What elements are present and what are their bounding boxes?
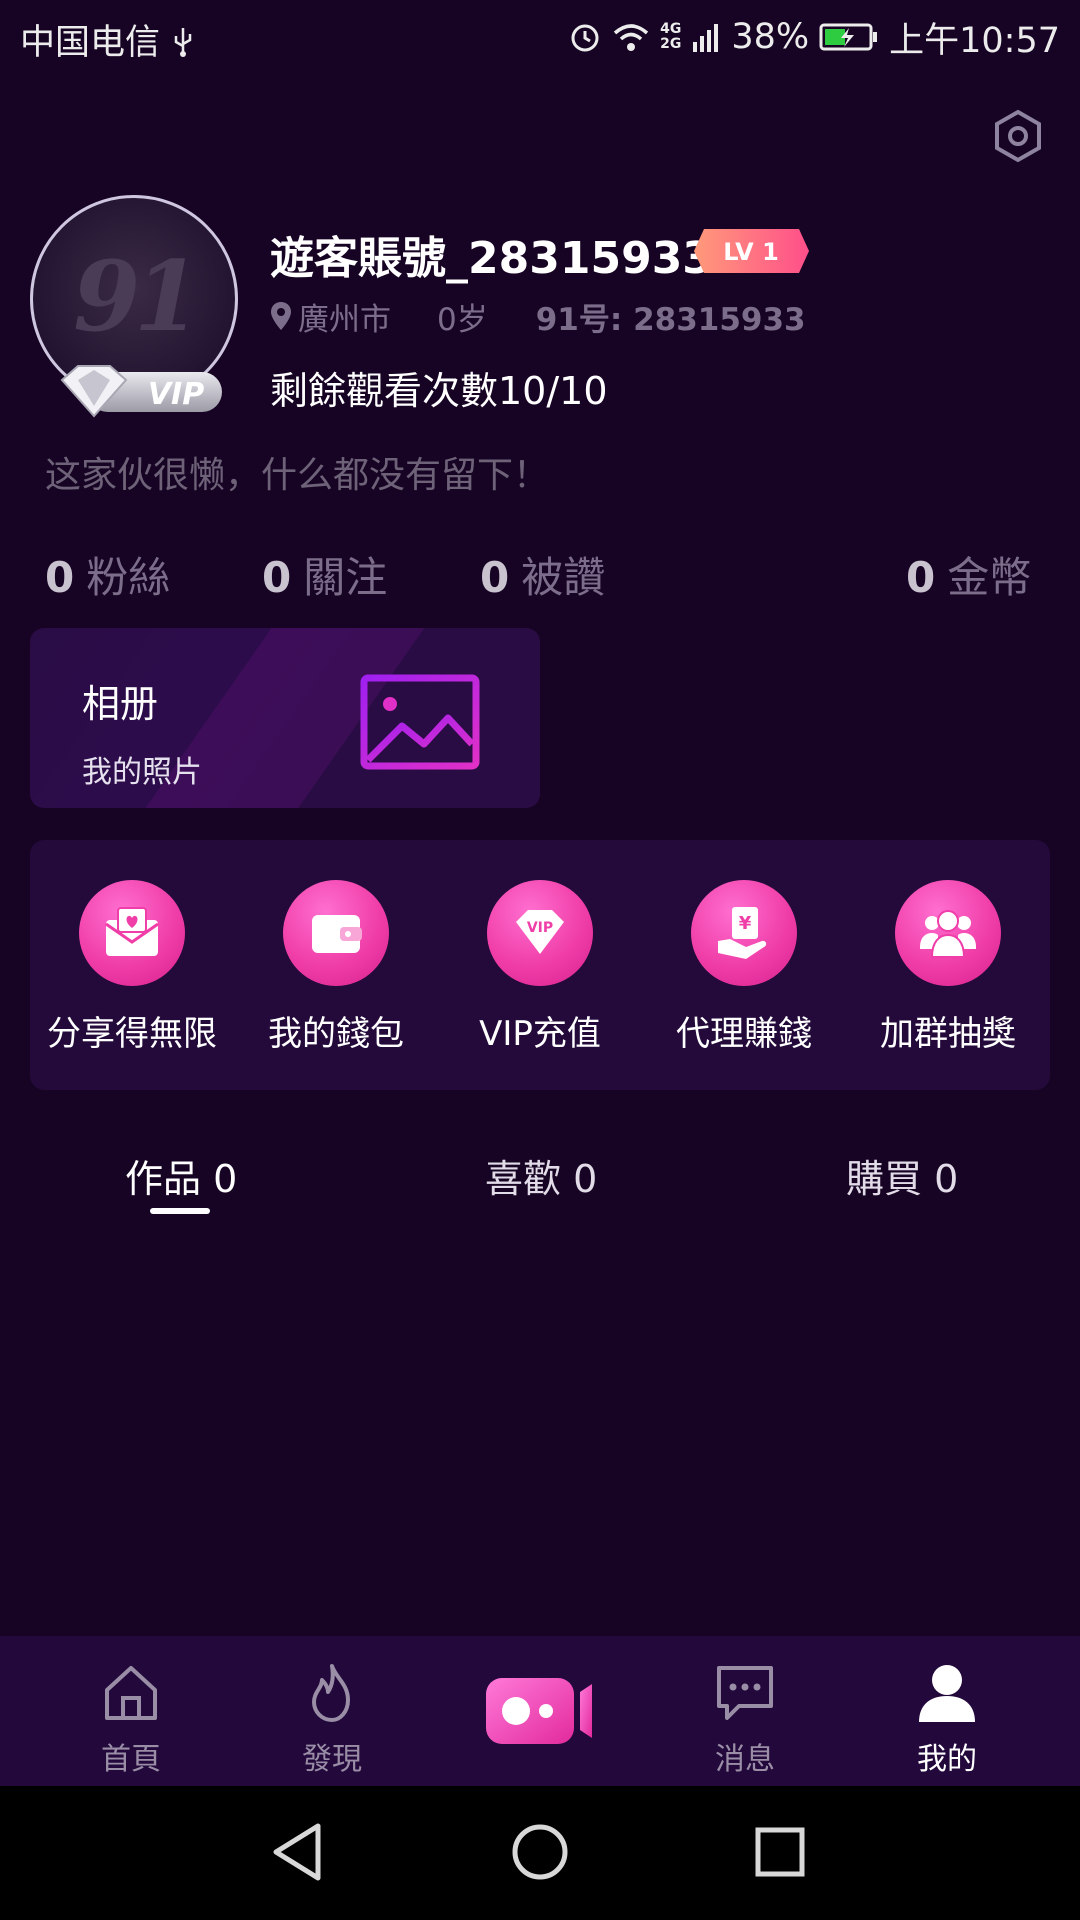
nav-label: 我的 <box>917 1742 977 1777</box>
feature-label: VIP充值 <box>479 1014 601 1054</box>
stat-value: 0 <box>480 553 510 602</box>
battery-icon <box>819 23 878 51</box>
feature-vip-recharge[interactable]: VIP VIP充值 <box>445 880 635 1055</box>
stat-label: 粉絲 <box>86 553 171 602</box>
level-badge: LV 1 <box>694 229 809 273</box>
flame-icon <box>312 1664 350 1722</box>
nav-label: 首頁 <box>101 1742 161 1777</box>
nav-me[interactable]: 我的 <box>877 1660 1017 1778</box>
tab-works[interactable]: 作品 0 <box>125 1148 237 1203</box>
network-type: 4G 2G <box>660 21 682 52</box>
stat-likes[interactable]: 0 被讚 <box>480 544 605 605</box>
age-text: 0岁 <box>437 301 488 338</box>
clock: 上午10:57 <box>889 20 1060 61</box>
message-icon <box>717 1666 773 1720</box>
settings-icon[interactable] <box>990 108 1046 164</box>
feature-wallet[interactable]: 我的錢包 <box>241 880 431 1055</box>
recent-apps-icon[interactable] <box>748 1820 812 1884</box>
bio[interactable]: 这家伙很懒，什么都没有留下！ <box>45 446 549 498</box>
status-icons: 4G 2G 38% 上午10:57 <box>568 12 1060 62</box>
album-title: 相册 <box>82 682 159 726</box>
tab-likes[interactable]: 喜歡 0 <box>485 1148 597 1203</box>
feature-label: 加群抽獎 <box>880 1014 1016 1054</box>
money-hand-icon: ¥ <box>691 880 797 986</box>
avatar-logo: 91 <box>73 240 201 353</box>
stat-label: 被讚 <box>521 553 606 602</box>
svg-text:¥: ¥ <box>739 913 752 934</box>
usb-icon <box>174 28 192 57</box>
carrier: 中国电信 <box>20 14 195 65</box>
stat-label: 金幣 <box>947 553 1032 602</box>
signal-icon <box>693 24 719 52</box>
feature-agent[interactable]: ¥ 代理賺錢 <box>649 880 839 1055</box>
image-icon <box>360 674 480 770</box>
album-subtitle: 我的照片 <box>82 755 202 790</box>
username: 遊客賬號_28315933 <box>270 233 713 284</box>
back-icon[interactable] <box>268 1820 332 1884</box>
nav-home[interactable]: 首頁 <box>61 1660 201 1778</box>
profile-meta: 廣州市 0岁 91号: 28315933 <box>270 296 806 338</box>
home-circle-icon[interactable] <box>508 1820 572 1884</box>
user-id-text: 91号: 28315933 <box>535 301 806 338</box>
nav-messages[interactable]: 消息 <box>675 1660 815 1778</box>
status-bar: 中国电信 4G 2G 38% 上午10:57 <box>0 0 1080 76</box>
level-text: LV 1 <box>723 238 779 266</box>
views-remaining: 剩餘觀看次數10/10 <box>270 369 608 413</box>
stat-value: 0 <box>906 553 936 602</box>
vip-badge-text: VIP <box>148 377 204 412</box>
stat-label: 關注 <box>303 553 388 602</box>
vip-badge: VIP <box>60 365 222 418</box>
stat-value: 0 <box>45 553 75 602</box>
stat-coins[interactable]: 0 金幣 <box>906 544 1031 605</box>
alarm-icon <box>571 24 599 52</box>
wifi-icon <box>613 24 649 51</box>
svg-text:VIP: VIP <box>527 920 553 936</box>
location-pin-icon <box>271 302 291 330</box>
tab-purchases[interactable]: 購買 0 <box>846 1148 958 1203</box>
video-record-icon[interactable] <box>484 1676 596 1746</box>
feature-label: 分享得無限 <box>47 1014 217 1054</box>
stat-following[interactable]: 0 關注 <box>262 544 387 605</box>
vip-diamond-icon: VIP <box>487 880 593 986</box>
share-envelope-icon <box>79 880 185 986</box>
stat-value: 0 <box>262 553 292 602</box>
profile-icon <box>919 1665 975 1722</box>
carrier-name: 中国电信 <box>20 23 161 63</box>
stat-fans[interactable]: 0 粉絲 <box>45 544 170 605</box>
location-text: 廣州市 <box>298 301 391 338</box>
wallet-icon <box>283 880 389 986</box>
feature-label: 代理賺錢 <box>676 1014 812 1054</box>
active-tab-indicator <box>150 1208 210 1214</box>
group-icon <box>895 880 1001 986</box>
nav-label: 消息 <box>715 1742 775 1777</box>
home-icon <box>105 1666 157 1720</box>
feature-join-group[interactable]: 加群抽獎 <box>853 880 1043 1055</box>
nav-label: 發現 <box>302 1742 362 1777</box>
feature-label: 我的錢包 <box>268 1014 404 1054</box>
nav-discover[interactable]: 發現 <box>262 1660 402 1778</box>
battery-percent: 38% <box>731 17 810 57</box>
feature-share[interactable]: 分享得無限 <box>37 880 227 1055</box>
